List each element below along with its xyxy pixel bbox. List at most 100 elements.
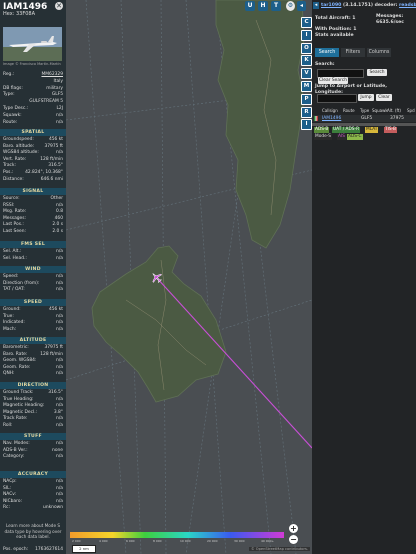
data-row: Pos.: 42.824°, 10.368° [3, 170, 63, 176]
row-key: Track: [3, 163, 16, 169]
row-value: 0.8 [56, 209, 63, 215]
row-value: 316.5° [48, 163, 63, 169]
data-row: Squawk: n/a [3, 113, 63, 119]
tab-columns[interactable]: Columns [367, 48, 391, 57]
data-row: Vert. Rate: 128 ft/min [3, 157, 63, 163]
row-key: Last Pos.: [3, 222, 24, 228]
data-row: Groundspeed: 456 kt [3, 137, 63, 143]
tab-filters[interactable]: Filters [341, 48, 365, 57]
row-value: n/a [56, 280, 63, 286]
row-value: 128 ft/min [40, 156, 63, 162]
row-value: n/a [56, 396, 63, 402]
column-header[interactable]: Squawk [372, 107, 388, 114]
collapse-panel-icon[interactable]: ◂ [313, 2, 319, 9]
horizontal-scrollbar[interactable] [312, 123, 416, 126]
map-side-button-m-5[interactable]: M [301, 81, 312, 92]
row-value[interactable]: MM62329 [41, 72, 63, 78]
row-key: Geom. Rate: [3, 364, 31, 370]
data-row: Geom. Rate: n/a [3, 365, 63, 371]
row-value: n/a [56, 358, 63, 364]
source-legend-tag: ADS-C [347, 134, 363, 140]
data-row: Direction (from): n/a [3, 281, 63, 287]
data-row: Source: Other [3, 196, 63, 202]
data-row: Type Desc.: L2J [3, 106, 63, 112]
toggle-panel-button[interactable]: ◂ [297, 1, 306, 11]
data-row: Last Pos.: 2.0 s [3, 222, 63, 228]
column-header[interactable]: Type [360, 107, 369, 114]
close-icon[interactable]: ✕ [55, 2, 63, 10]
map-side-button-i-8[interactable]: I [301, 119, 312, 131]
row-callsign[interactable]: IAM1496 [322, 115, 341, 122]
row-value: n/a [56, 441, 63, 446]
zoom-out-button[interactable]: − [289, 535, 298, 544]
row-key: WGS84 altitude: [3, 150, 39, 156]
aircraft-photo[interactable] [3, 27, 62, 61]
row-value: 456 kt [48, 137, 63, 142]
row-key: Route: [3, 119, 18, 125]
jump-input[interactable] [317, 94, 357, 103]
clear-search-button[interactable]: Clear Search [318, 77, 348, 84]
column-header[interactable]: Route [343, 107, 355, 114]
map-button-h[interactable]: H [258, 1, 268, 11]
learn-more-text: Learn more about Mode S data type by hov… [4, 523, 62, 540]
row-value: n/a [56, 202, 63, 208]
row-key: SIL: [3, 485, 12, 491]
row-key: Mach: [3, 326, 17, 332]
data-row: GULFSTREAM 5 [3, 99, 63, 105]
map-button-t[interactable]: T [271, 1, 281, 11]
row-key: Groundspeed: [3, 137, 34, 142]
map-button-u[interactable]: U [245, 1, 255, 11]
section-header-altitude: ALTITUDE [0, 337, 66, 344]
data-row: Roll: n/a [3, 423, 63, 429]
map-side-button-i-1[interactable]: I [301, 29, 312, 41]
data-row: Baro. Rate: 128 ft/min [3, 352, 63, 358]
tab-search[interactable]: Search [315, 48, 339, 57]
row-key: NACp: [3, 479, 17, 484]
data-row: Sel. Head.: n/a [3, 256, 63, 262]
row-value: n/a [56, 364, 63, 370]
data-row: True Heading: n/a [3, 397, 63, 403]
map-side-button-r-7[interactable]: R [301, 106, 312, 118]
section-header-accuracy: ACCURACY [0, 471, 66, 478]
map-side-button-k-3[interactable]: K [301, 55, 312, 67]
map-side-button-v-4[interactable]: V [301, 68, 312, 80]
row-value: n/a [56, 326, 63, 332]
row-value: n/a [56, 119, 63, 125]
row-key: Baro. Rate: [3, 351, 28, 357]
table-row[interactable]: IAM1496 GLF5 37975 [312, 115, 416, 122]
clear-button[interactable]: Clear [376, 94, 392, 101]
search-button[interactable]: Search [367, 69, 387, 76]
map-side-button-o-2[interactable]: O [301, 42, 312, 54]
column-header[interactable]: Spd [407, 107, 415, 114]
row-value: Other [50, 196, 63, 201]
row-value: 3.8° [53, 409, 63, 415]
map-view[interactable]: 2 000 4 000 6 000 8 000 10 000 20 000 30 000 40… [66, 0, 312, 554]
section-header-wind: WIND [0, 266, 66, 273]
column-header[interactable]: Callsign [322, 107, 338, 114]
aircraft-hex: Hex: 33F08A [3, 11, 36, 17]
map-attribution[interactable]: © OpenStreetMap contributors. [249, 547, 310, 551]
section-header-fms: FMS SEL [0, 241, 66, 248]
data-row: Type: GLF5 [3, 92, 63, 98]
row-value: n/a [56, 403, 63, 409]
data-row: Distance: 646.6 nmi [3, 177, 63, 183]
row-key: Nav. Modes: [3, 441, 30, 446]
data-row: ADS-B Ver.: none [3, 448, 63, 454]
row-key: Geom. WGS84: [3, 358, 37, 364]
data-row: Speed: n/a [3, 274, 63, 280]
stats-link[interactable]: Stats available [315, 33, 354, 38]
altitude-legend-label: 20 000 [207, 539, 218, 543]
row-value: n/a [56, 255, 63, 261]
map-canvas [66, 0, 312, 554]
aircraft-marker-icon[interactable] [151, 272, 162, 283]
map-side-button-c-0[interactable]: C [301, 17, 312, 28]
row-value: 646.6 nmi [40, 176, 63, 182]
settings-gear-icon[interactable]: ⚙ [286, 1, 295, 11]
column-header[interactable]: Alt. (ft) [387, 107, 401, 114]
row-key: Magnetic Decl.: [3, 409, 38, 415]
row-key: RSSI: [3, 202, 15, 208]
zoom-in-button[interactable]: + [289, 524, 298, 533]
map-side-button-p-6[interactable]: P [301, 93, 312, 105]
row-key: Ground: [3, 307, 21, 312]
jump-button[interactable]: Jump [358, 94, 374, 101]
